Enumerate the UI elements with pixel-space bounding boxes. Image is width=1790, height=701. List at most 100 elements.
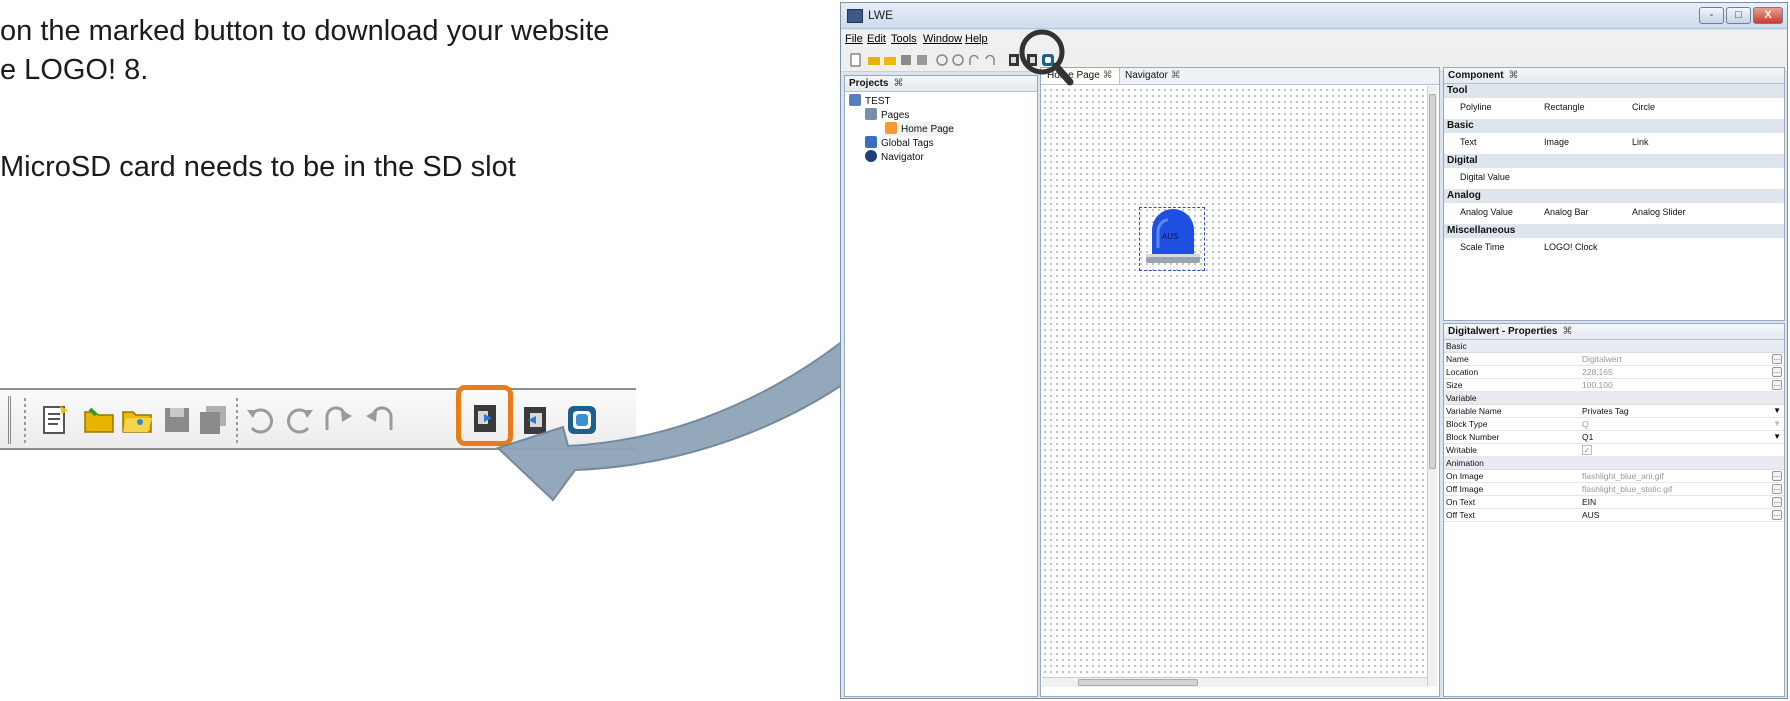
- prop-value[interactable]: 228,165: [1582, 366, 1613, 378]
- open-project-icon[interactable]: [883, 53, 897, 67]
- scrollbar-thumb[interactable]: [1078, 679, 1198, 686]
- ellipsis-button[interactable]: …: [1772, 484, 1782, 494]
- prop-value[interactable]: EIN: [1582, 496, 1596, 508]
- prop-value[interactable]: flashlight_blue_static.gif: [1582, 483, 1672, 495]
- prop-row-off-text[interactable]: Off Text AUS…: [1444, 509, 1784, 522]
- dropdown-arrow-icon[interactable]: ▼: [1773, 418, 1781, 430]
- section-basic[interactable]: Basic: [1444, 119, 1784, 133]
- prop-label: Block Type: [1446, 419, 1488, 429]
- prop-value[interactable]: Privates Tag: [1582, 405, 1629, 417]
- scrollbar-thumb[interactable]: [1429, 94, 1436, 469]
- tree-label: TEST: [865, 96, 891, 107]
- menu-help[interactable]: Help: [965, 33, 988, 45]
- minimize-button[interactable]: -: [1699, 7, 1724, 24]
- tree-item-pages[interactable]: Pages: [865, 108, 909, 122]
- tool-items: Polyline Rectangle Circle: [1444, 98, 1784, 119]
- close-panel-icon[interactable]: ⌘: [893, 78, 903, 89]
- back-icon[interactable]: [983, 53, 997, 67]
- dropdown-arrow-icon[interactable]: ▼: [1773, 405, 1781, 417]
- scale-time-tool[interactable]: Scale Time: [1460, 242, 1505, 252]
- properties-panel-header: Digitalwert - Properties ⌘: [1444, 324, 1784, 340]
- prop-row-off-image[interactable]: Off Image flashlight_blue_static.gif…: [1444, 483, 1784, 496]
- prop-value[interactable]: Digitalwert: [1582, 353, 1622, 365]
- prop-value[interactable]: Q: [1582, 418, 1589, 430]
- circle-tool[interactable]: Circle: [1632, 102, 1655, 112]
- prop-value[interactable]: Q1: [1582, 431, 1593, 443]
- tree-item-navigator[interactable]: Navigator: [865, 150, 924, 164]
- project-icon: [849, 94, 861, 106]
- section-miscellaneous[interactable]: Miscellaneous: [1444, 224, 1784, 238]
- window-title: LWE: [868, 8, 894, 22]
- prop-label: Size: [1446, 380, 1463, 390]
- prop-row-block-number[interactable]: Block Number Q1 ▼: [1444, 431, 1784, 444]
- tree-item-global-tags[interactable]: Global Tags: [865, 136, 934, 150]
- horizontal-scrollbar[interactable]: [1042, 677, 1427, 687]
- prop-section-variable[interactable]: Variable: [1444, 392, 1784, 405]
- close-button[interactable]: X: [1753, 7, 1783, 24]
- save-icon[interactable]: [899, 53, 913, 67]
- prop-row-on-image[interactable]: On Image flashlight_blue_ani.gif …: [1444, 470, 1784, 483]
- undo-icon[interactable]: [935, 53, 949, 67]
- prop-row-block-type[interactable]: Block Type Q ▼: [1444, 418, 1784, 431]
- tree-label: Home Page: [901, 124, 954, 135]
- prop-section-animation[interactable]: Animation: [1444, 457, 1784, 470]
- digital-value-object[interactable]: AUS: [1139, 207, 1205, 271]
- prop-row-on-text[interactable]: On Text EIN …: [1444, 496, 1784, 509]
- ellipsis-button[interactable]: …: [1772, 380, 1782, 390]
- prop-section-basic[interactable]: Basic: [1444, 340, 1784, 353]
- analog-bar-tool[interactable]: Analog Bar: [1544, 207, 1589, 217]
- prop-row-variable-name[interactable]: Variable Name Privates Tag ▼: [1444, 405, 1784, 418]
- prop-value[interactable]: flashlight_blue_ani.gif: [1582, 470, 1664, 482]
- prop-row-location[interactable]: Location 228,165…: [1444, 366, 1784, 379]
- ellipsis-button[interactable]: …: [1772, 510, 1782, 520]
- rectangle-tool[interactable]: Rectangle: [1544, 102, 1585, 112]
- tree-item-home-page[interactable]: Home Page: [885, 122, 954, 136]
- image-tool[interactable]: Image: [1544, 137, 1569, 147]
- vertical-scrollbar[interactable]: [1427, 86, 1437, 686]
- close-panel-icon[interactable]: ⌘: [1562, 326, 1572, 337]
- save-all-icon[interactable]: [915, 53, 929, 67]
- tree-item-test[interactable]: TEST: [849, 94, 891, 108]
- analog-value-tool[interactable]: Analog Value: [1460, 207, 1513, 217]
- ellipsis-button[interactable]: …: [1772, 471, 1782, 481]
- menu-file[interactable]: File: [845, 33, 863, 45]
- dropdown-arrow-icon[interactable]: ▼: [1773, 431, 1781, 443]
- polyline-tool[interactable]: Polyline: [1460, 102, 1492, 112]
- close-tab-icon[interactable]: ⌘: [1103, 70, 1113, 81]
- prop-row-size[interactable]: Size 100,100 …: [1444, 379, 1784, 392]
- app-icon: [847, 9, 863, 23]
- section-tool[interactable]: Tool: [1444, 84, 1784, 98]
- prop-label: On Image: [1446, 471, 1484, 481]
- open-folder-icon[interactable]: [867, 53, 881, 67]
- prop-row-name[interactable]: Name Digitalwert…: [1444, 353, 1784, 366]
- writable-checkbox[interactable]: ✓: [1582, 445, 1592, 455]
- new-icon[interactable]: [849, 53, 863, 67]
- prop-value[interactable]: 100,100: [1582, 379, 1613, 391]
- menu-window[interactable]: Window: [923, 33, 962, 45]
- logo-clock-tool[interactable]: LOGO! Clock: [1544, 242, 1598, 252]
- prop-label: Writable: [1446, 445, 1478, 455]
- forward-icon[interactable]: [967, 53, 981, 67]
- magnifier-icon: [1019, 29, 1074, 86]
- close-tab-icon[interactable]: ⌘: [1171, 70, 1181, 81]
- redo-icon[interactable]: [951, 53, 965, 67]
- section-digital[interactable]: Digital: [1444, 154, 1784, 168]
- tab-navigator[interactable]: Navigator ⌘: [1119, 68, 1187, 84]
- close-panel-icon[interactable]: ⌘: [1509, 70, 1519, 81]
- analog-slider-tool[interactable]: Analog Slider: [1632, 207, 1686, 217]
- menu-edit[interactable]: Edit: [867, 33, 886, 45]
- ellipsis-button[interactable]: …: [1772, 354, 1782, 364]
- link-tool[interactable]: Link: [1632, 137, 1649, 147]
- ellipsis-button[interactable]: …: [1772, 497, 1782, 507]
- section-analog[interactable]: Analog: [1444, 189, 1784, 203]
- digital-value-tool[interactable]: Digital Value: [1460, 172, 1510, 182]
- navigator-icon: [865, 150, 877, 162]
- text-tool[interactable]: Text: [1460, 137, 1477, 147]
- maximize-button[interactable]: □: [1726, 7, 1751, 24]
- prop-value[interactable]: AUS: [1582, 509, 1599, 521]
- prop-row-writable[interactable]: Writable ✓: [1444, 444, 1784, 457]
- menu-tools[interactable]: Tools: [891, 33, 917, 45]
- prop-label: On Text: [1446, 497, 1476, 507]
- ellipsis-button[interactable]: …: [1772, 367, 1782, 377]
- design-canvas[interactable]: [1042, 87, 1434, 677]
